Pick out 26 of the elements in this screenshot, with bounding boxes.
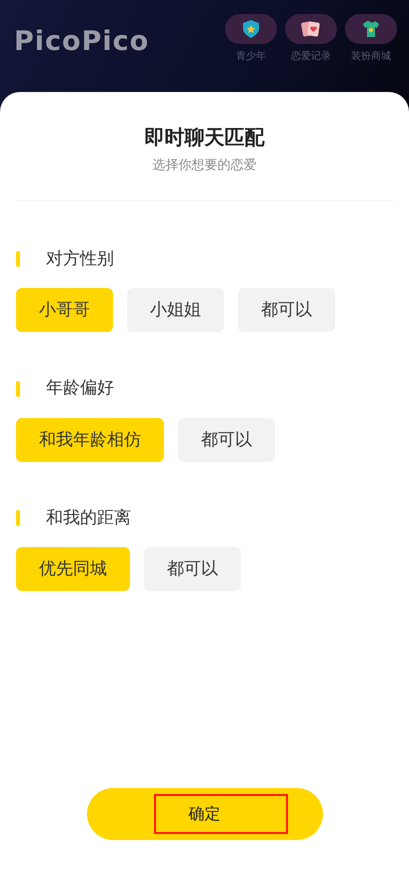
shortcut-label: 装扮商城 [351, 50, 391, 64]
shirt-icon [362, 20, 380, 38]
shortcut-button[interactable] [345, 14, 397, 44]
option-button[interactable]: 优先同城 [16, 547, 130, 591]
section-heading: 和我的距离 [46, 506, 131, 530]
sheet-title: 即时聊天匹配 [144, 124, 264, 151]
option-button[interactable]: 小姐姐 [127, 288, 224, 332]
section-marker [16, 510, 20, 526]
section-marker [16, 251, 20, 268]
shortcut-button[interactable] [285, 14, 337, 44]
option-button[interactable]: 和我年龄相仿 [16, 418, 164, 462]
logo: PicoPico [14, 25, 150, 59]
shield-icon [243, 20, 259, 38]
option-button[interactable]: 都可以 [178, 418, 275, 462]
section-heading: 年龄偏好 [46, 377, 114, 400]
section-heading: 对方性别 [46, 248, 114, 270]
cards-icon [301, 20, 321, 38]
option-button[interactable]: 小哥哥 [16, 288, 113, 332]
shortcut-button[interactable] [225, 14, 277, 44]
confirm-button[interactable]: 确定 [86, 788, 322, 840]
shortcut-label: 恋爱记录 [291, 50, 331, 64]
section-marker [16, 380, 20, 397]
sheet-subtitle: 选择你想要的恋爱 [152, 157, 256, 175]
option-button[interactable]: 都可以 [238, 288, 335, 332]
shortcut-label: 青少年 [236, 50, 266, 64]
option-button[interactable]: 都可以 [144, 547, 241, 591]
